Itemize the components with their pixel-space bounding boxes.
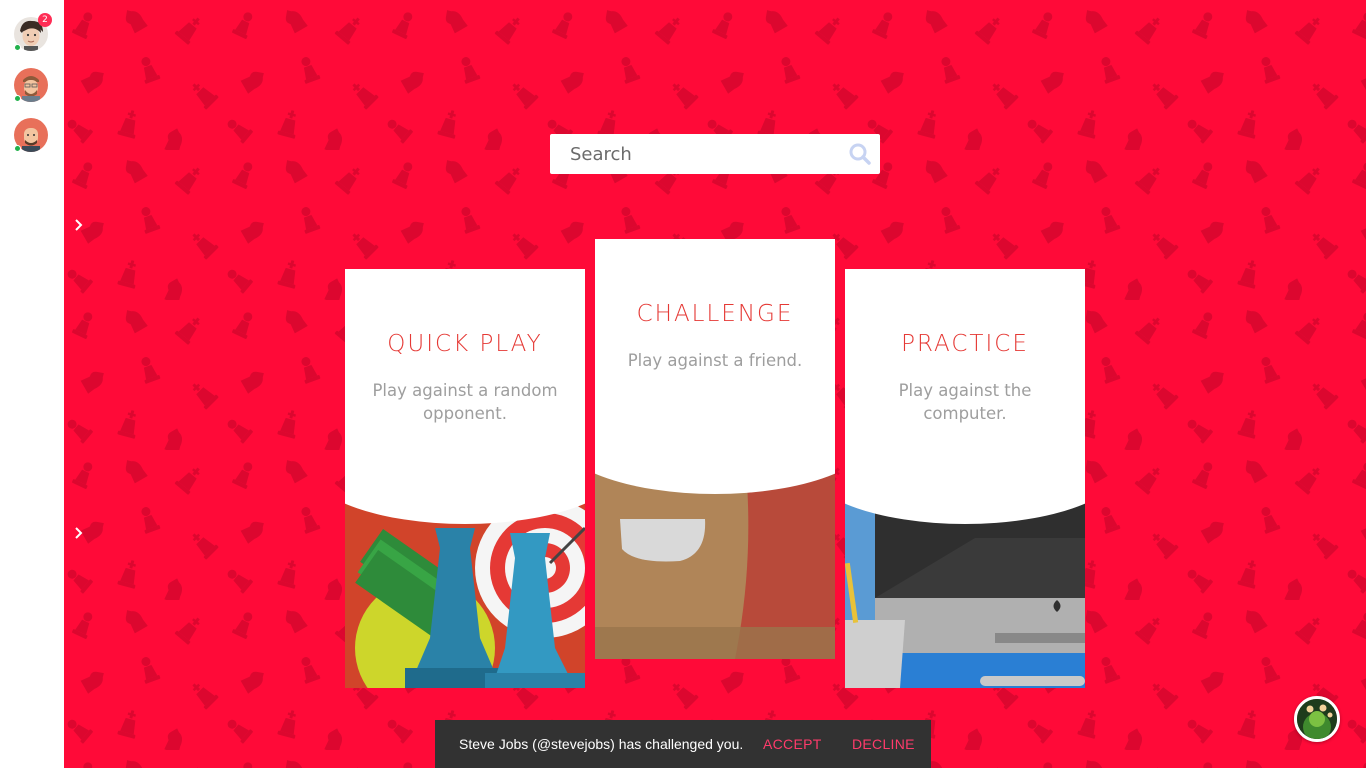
card-description: Play against a random opponent.	[372, 381, 558, 423]
accept-button[interactable]: ACCEPT	[763, 736, 822, 752]
friends-sidebar: 2	[0, 0, 64, 768]
card-description: Play against a friend.	[627, 351, 803, 370]
snackbar-message: Steve Jobs (@stevejobs) has challenged y…	[459, 736, 744, 752]
search-icon[interactable]	[848, 142, 872, 166]
avatar	[1297, 699, 1337, 739]
friend-avatar-2[interactable]	[14, 68, 48, 102]
online-indicator	[14, 95, 21, 102]
online-indicator	[14, 44, 21, 51]
online-indicator	[14, 145, 21, 152]
friend-avatar-1[interactable]: 2	[14, 13, 52, 51]
card-title: CHALLENGE	[636, 301, 794, 327]
decline-button[interactable]: DECLINE	[852, 736, 915, 752]
challenge-snackbar: Steve Jobs (@stevejobs) has challenged y…	[435, 720, 931, 768]
search-input[interactable]	[550, 134, 840, 174]
practice-card[interactable]: PRACTICE Play against the computer.	[845, 269, 1085, 688]
card-title: PRACTICE	[901, 331, 1029, 357]
friend-avatar-3[interactable]	[14, 118, 48, 152]
card-title: QUICK PLAY	[387, 331, 543, 357]
quick-play-card[interactable]: QUICK PLAY Play against a random opponen…	[345, 269, 585, 688]
chevron-right-icon[interactable]	[71, 217, 87, 233]
notification-badge: 2	[38, 13, 52, 27]
challenge-card[interactable]: CHALLENGE Play against a friend.	[595, 239, 835, 659]
main-area: QUICK PLAY Play against a random opponen…	[64, 0, 1366, 768]
card-description: Play against the computer.	[898, 381, 1032, 423]
user-avatar[interactable]	[1294, 696, 1340, 742]
search-bar	[550, 134, 880, 174]
chevron-right-icon[interactable]	[71, 525, 87, 541]
